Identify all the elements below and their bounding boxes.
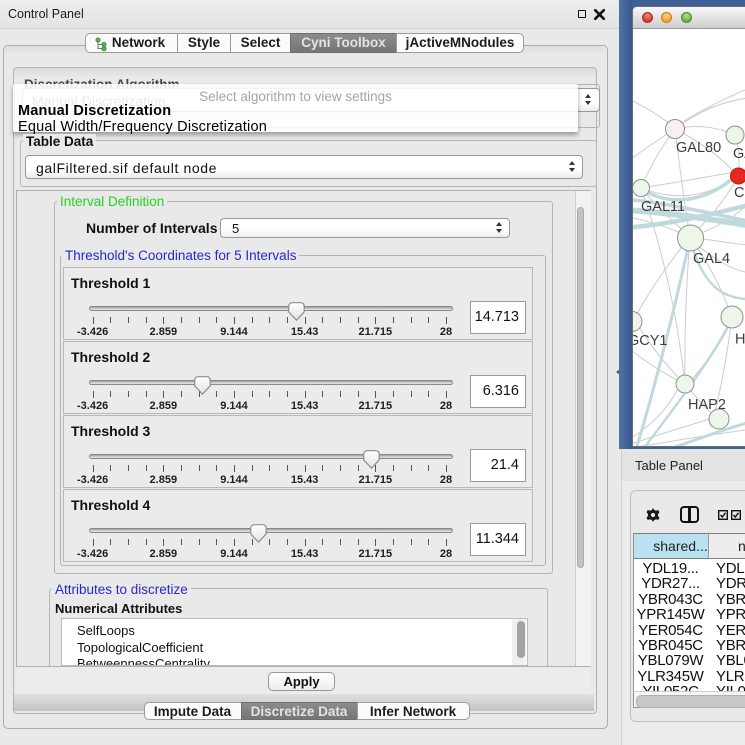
svg-text:GAL11: GAL11	[641, 199, 685, 215]
svg-text:GCY1: GCY1	[633, 333, 668, 349]
svg-text:HAP2: HAP2	[688, 397, 726, 413]
svg-text:GAL4: GAL4	[693, 251, 730, 267]
svg-text:C: C	[734, 185, 744, 201]
svg-text:GA: GA	[733, 146, 745, 162]
svg-text:GAL80: GAL80	[676, 140, 721, 156]
svg-text:H: H	[735, 332, 745, 348]
